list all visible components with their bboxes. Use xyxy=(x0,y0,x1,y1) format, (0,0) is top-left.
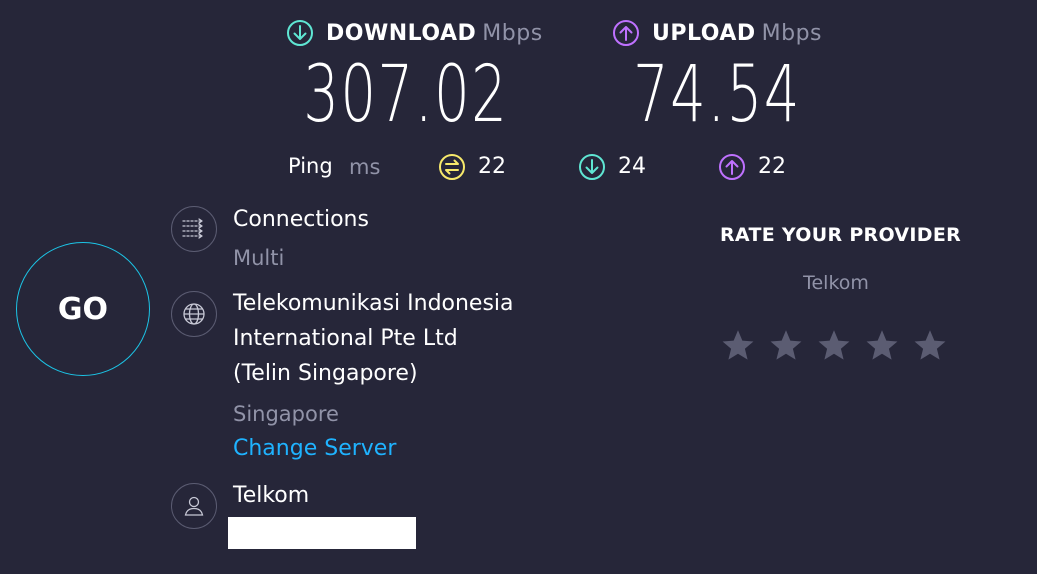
star-icon[interactable] xyxy=(816,328,852,364)
ping-upload-value: 22 xyxy=(758,154,786,179)
upload-label: UPLOAD Mbps xyxy=(652,20,822,46)
server-name-line-2: International Pte Ltd xyxy=(233,326,458,351)
star-icon[interactable] xyxy=(768,328,804,364)
rate-provider-title: RATE YOUR PROVIDER xyxy=(720,224,962,246)
upload-arrow-icon xyxy=(719,154,745,180)
download-arrow-icon xyxy=(579,154,605,180)
upload-arrow-icon xyxy=(613,20,639,46)
globe-icon xyxy=(171,291,217,337)
connections-title: Connections xyxy=(233,207,369,232)
change-server-link[interactable]: Change Server xyxy=(233,436,396,461)
server-name-line-1: Telekomunikasi Indonesia xyxy=(233,291,514,316)
upload-header: UPLOAD Mbps xyxy=(612,19,822,47)
jitter-icon xyxy=(439,154,465,180)
download-header: DOWNLOAD Mbps xyxy=(286,19,543,47)
provider-name: Telkom xyxy=(233,483,310,508)
connections-value: Multi xyxy=(233,246,285,270)
redacted-ip-address xyxy=(228,517,416,549)
ping-idle-value: 22 xyxy=(478,154,506,179)
ping-unit: ms xyxy=(349,155,381,179)
rating-stars xyxy=(720,328,948,364)
download-speed: 307.02 xyxy=(303,50,509,140)
rate-provider-name: Telkom xyxy=(803,272,869,294)
user-icon xyxy=(171,483,217,529)
download-unit: Mbps xyxy=(482,20,543,46)
star-icon[interactable] xyxy=(720,328,756,364)
star-icon[interactable] xyxy=(864,328,900,364)
upload-speed: 74.54 xyxy=(633,50,801,140)
server-name-line-3: (Telin Singapore) xyxy=(233,361,418,386)
ping-label: Ping xyxy=(288,154,333,178)
upload-unit: Mbps xyxy=(761,20,822,46)
download-arrow-icon xyxy=(287,20,313,46)
go-button[interactable]: GO xyxy=(16,242,150,376)
server-location: Singapore xyxy=(233,402,339,426)
download-label: DOWNLOAD Mbps xyxy=(326,20,543,46)
connections-icon xyxy=(171,206,217,252)
star-icon[interactable] xyxy=(912,328,948,364)
ping-download-value: 24 xyxy=(618,154,646,179)
